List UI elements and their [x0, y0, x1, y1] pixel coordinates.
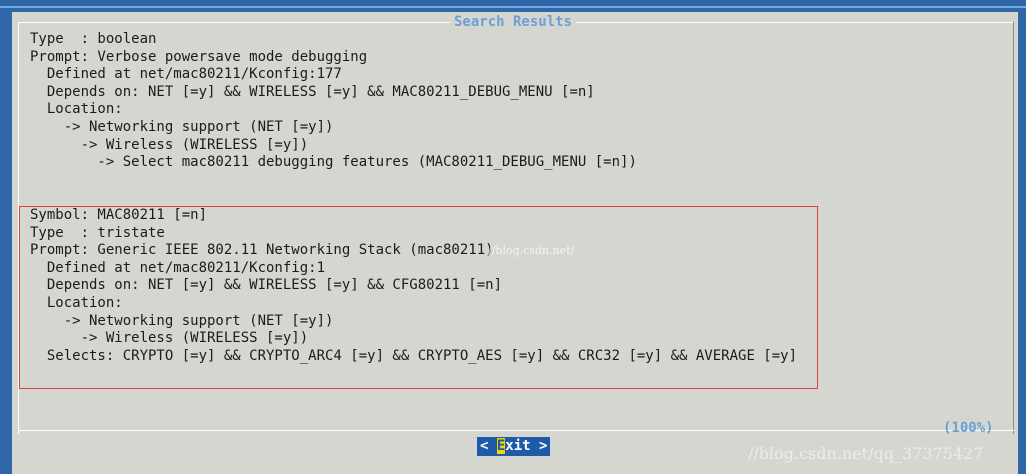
- watermark-mid: //blog.csdn.net/: [488, 244, 575, 257]
- dialog-frame-bottom: [18, 430, 1014, 431]
- result-line: -> Wireless (WIRELESS [=y]): [30, 136, 309, 153]
- result-line: -> Networking support (NET [=y]): [30, 118, 334, 135]
- result-line: Prompt: Verbose powersave mode debugging: [30, 48, 368, 65]
- result-line: -> Select mac80211 debugging features (M…: [30, 154, 637, 171]
- dialog-title: Search Results: [449, 14, 576, 30]
- highlight-box: [19, 206, 818, 389]
- exit-button[interactable]: < Exit >: [477, 437, 551, 456]
- exit-label: xit: [505, 438, 531, 454]
- watermark: //blog.csdn.net/qq_37375427: [748, 444, 984, 463]
- result-line: Location:: [30, 101, 123, 118]
- exit-left-bracket: <: [480, 438, 497, 454]
- result-line: Type : boolean: [30, 31, 157, 47]
- result-line: Defined at net/mac80211/Kconfig:177: [30, 66, 342, 83]
- dialog-title-row: Search Results: [0, 13, 1026, 31]
- scroll-percent: (100%): [943, 420, 994, 436]
- result-line: [30, 172, 1010, 190]
- result-line: Depends on: NET [=y] && WIRELESS [=y] &&…: [30, 83, 595, 100]
- right-edge: [1018, 12, 1026, 474]
- top-border-line: [0, 6, 1026, 8]
- exit-right-bracket: >: [530, 438, 548, 454]
- result-line: [30, 189, 1010, 207]
- dialog-frame-right: [1013, 22, 1014, 434]
